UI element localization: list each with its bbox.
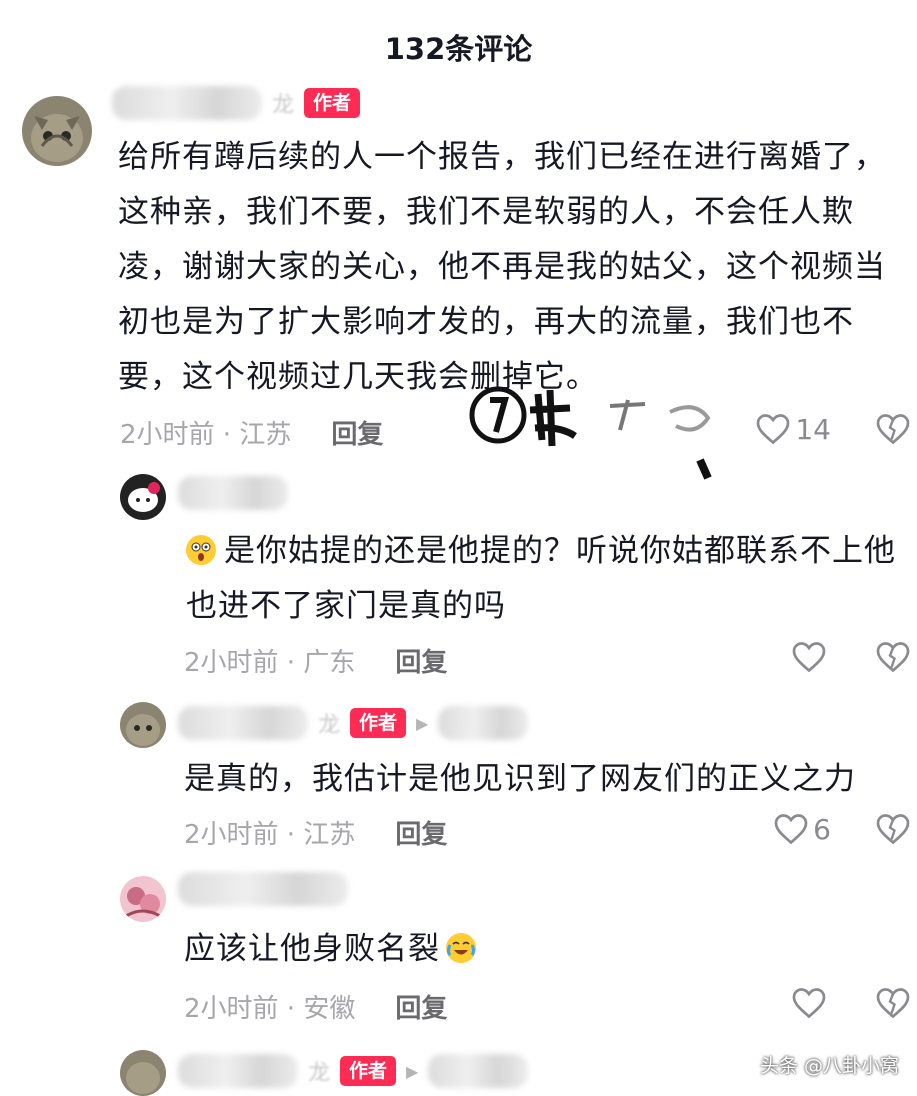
heart-outline-icon	[757, 414, 790, 445]
blurred-reply-target	[438, 706, 529, 740]
comment-body: 是你姑提的还是他提的？听说你姑都联系不上他 也进不了家门是真的吗	[186, 533, 896, 624]
like-count: 14	[795, 412, 831, 446]
cat-avatar[interactable]	[120, 1050, 166, 1096]
broken-heart-icon	[876, 414, 910, 445]
dislike-button[interactable]	[875, 412, 911, 446]
dislike-button[interactable]	[875, 986, 911, 1020]
crying-laughing-emoji-icon	[446, 933, 476, 963]
blurred-username[interactable]	[112, 86, 262, 120]
reply-arrow-icon: ▶	[406, 1061, 419, 1081]
comment-time-location: 2小时前 · 安徽	[184, 994, 356, 1024]
blurred-reply-target	[428, 1054, 529, 1088]
reply-comment-text: 应该让他身败名裂	[184, 922, 904, 977]
kitty-avatar[interactable]	[120, 474, 166, 520]
reply-button[interactable]: 回复	[395, 814, 447, 851]
reply-button[interactable]: 回复	[395, 642, 447, 679]
username-tail: 龙	[272, 93, 295, 118]
broken-heart-icon	[876, 642, 910, 673]
heart-outline-icon	[792, 988, 826, 1019]
broken-heart-icon	[876, 988, 910, 1019]
like-button[interactable]	[791, 986, 831, 1020]
author-badge: 作者	[350, 708, 407, 738]
like-button[interactable]: 14	[755, 412, 831, 446]
blurred-username[interactable]	[178, 476, 288, 510]
dislike-button[interactable]	[875, 640, 911, 674]
comment-time-location: 2小时前 · 江苏	[184, 820, 356, 850]
author-badge: 作者	[304, 88, 361, 118]
reply-button[interactable]: 回复	[331, 414, 383, 451]
pink-avatar[interactable]	[120, 876, 166, 922]
comment-text: 给所有蹲后续的人一个报告，我们已经在进行离婚了，这种亲，我们不要，我们不是软弱的…	[118, 139, 886, 395]
like-button[interactable]: 6	[773, 812, 831, 846]
like-button[interactable]	[791, 640, 831, 674]
reply-comment-text: 是你姑提的还是他提的？听说你姑都联系不上他 也进不了家门是真的吗	[186, 524, 906, 634]
comments-count-title: 132条评论	[384, 32, 533, 66]
cat-avatar[interactable]	[120, 702, 166, 748]
broken-heart-icon	[876, 814, 910, 845]
reply-button[interactable]: 回复	[395, 988, 447, 1025]
cat-avatar[interactable]	[22, 96, 92, 166]
blurred-username[interactable]	[178, 872, 348, 906]
blurred-username[interactable]	[178, 706, 308, 740]
comment-body: 应该让他身败名裂	[184, 931, 440, 967]
reply-arrow-icon: ▶	[416, 713, 429, 733]
comment-time-location: 2小时前 · 广东	[184, 648, 356, 678]
like-count: 6	[813, 812, 831, 846]
shocked-emoji-icon	[186, 535, 216, 565]
username-tail: 龙	[308, 1061, 331, 1086]
username-tail: 龙	[318, 713, 341, 738]
reply-comment-text: 是真的，我估计是他见识到了网友们的正义之力	[184, 761, 856, 797]
heart-outline-icon	[774, 814, 808, 845]
comment-time-location: 2小时前 · 江苏	[120, 420, 292, 450]
heart-outline-icon	[792, 642, 826, 673]
blurred-username[interactable]	[178, 1054, 298, 1088]
source-watermark: 头条 @八卦小窝	[759, 1055, 899, 1077]
handwritten-scribble	[469, 386, 712, 480]
author-badge: 作者	[340, 1056, 397, 1086]
dislike-button[interactable]	[875, 812, 911, 846]
